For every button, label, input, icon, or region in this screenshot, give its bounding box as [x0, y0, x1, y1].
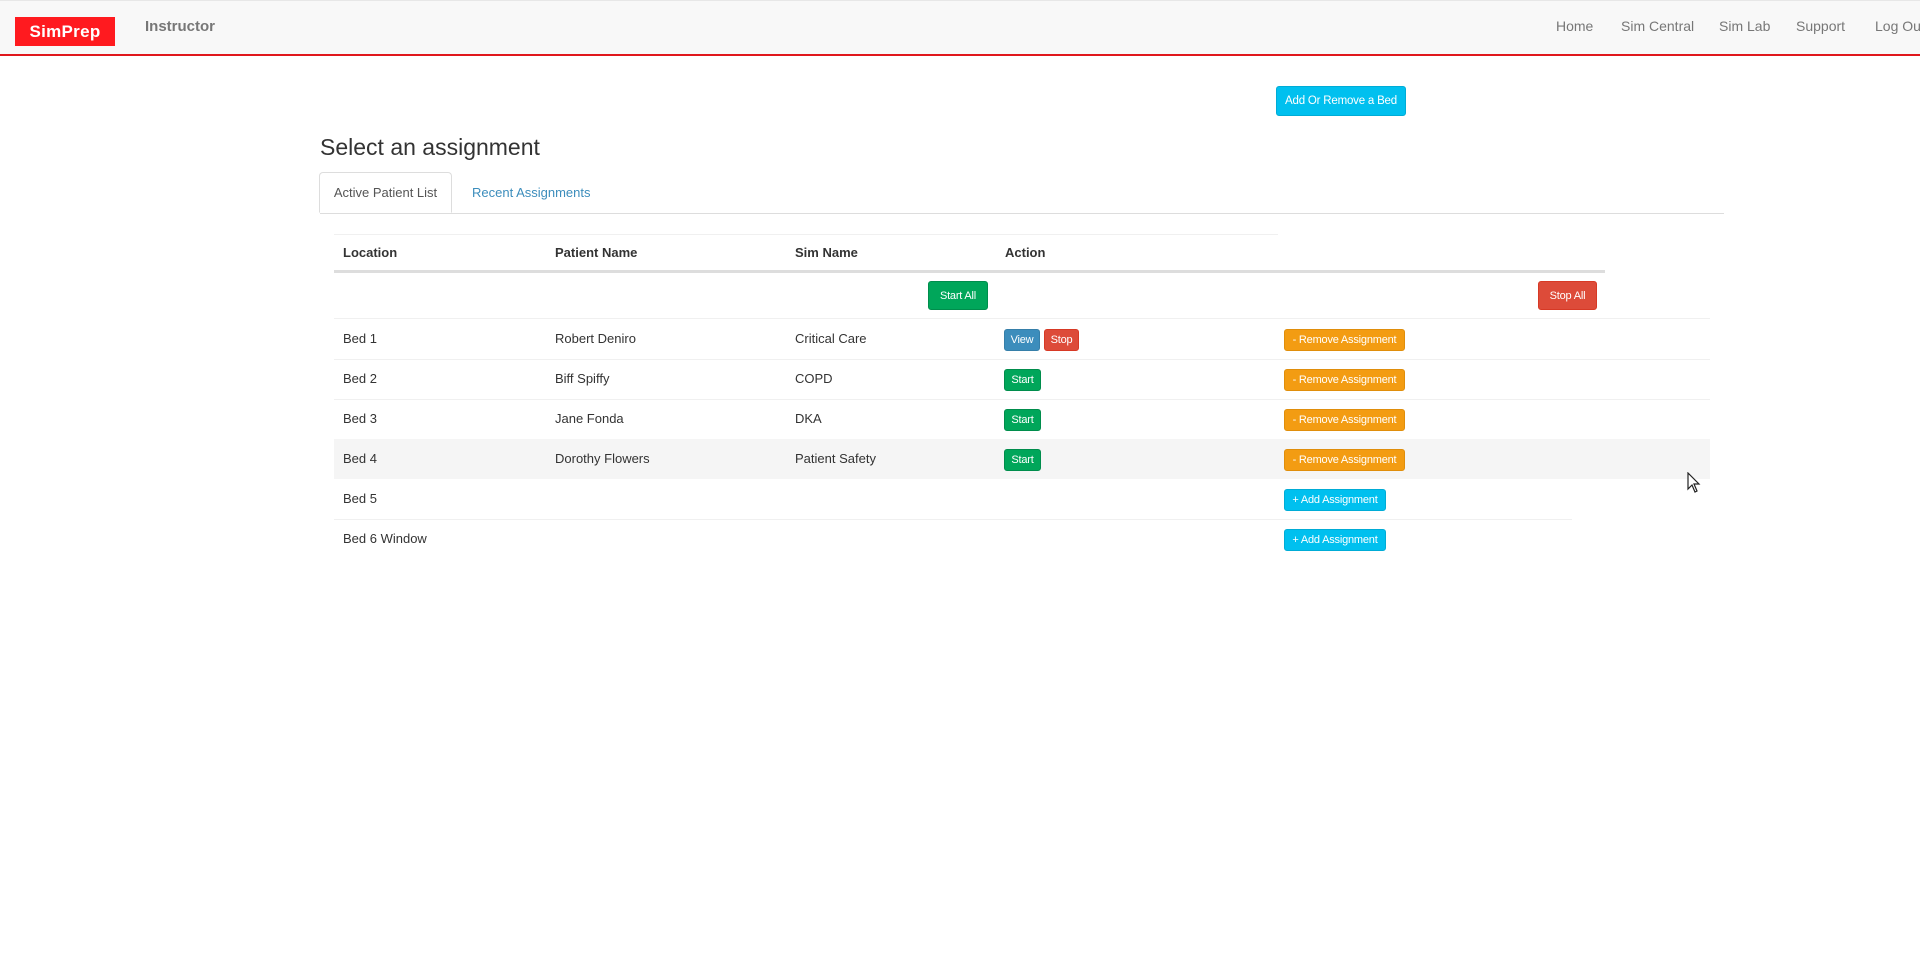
header-action: Action [1005, 245, 1046, 260]
row-divider [334, 359, 1710, 360]
stop-all-button[interactable]: Stop All [1538, 281, 1597, 310]
mouse-cursor-icon [1687, 472, 1701, 493]
row-divider [334, 399, 1710, 400]
cell-location: Bed 2 [343, 371, 377, 386]
header-bottom-border [334, 270, 1605, 273]
stop-button[interactable]: Stop [1044, 329, 1079, 351]
header-patient-name: Patient Name [555, 245, 638, 260]
cell-patient-name[interactable]: Robert Deniro [555, 331, 636, 346]
cell-sim-name: DKA [795, 411, 822, 426]
cell-location: Bed 4 [343, 451, 377, 466]
cell-patient-name[interactable]: Dorothy Flowers [555, 451, 650, 466]
add-remove-bed-button[interactable]: Add Or Remove a Bed [1276, 86, 1406, 116]
cell-patient-name[interactable]: Jane Fonda [555, 411, 624, 426]
start-button[interactable]: Start [1004, 449, 1041, 471]
header-sim-name: Sim Name [795, 245, 858, 260]
cell-location: Bed 3 [343, 411, 377, 426]
tab-active-patient-list[interactable]: Active Patient List [319, 172, 452, 213]
start-all-button[interactable]: Start All [928, 281, 988, 310]
cell-location: Bed 1 [343, 331, 377, 346]
tab-recent-assignments[interactable]: Recent Assignments [464, 172, 599, 213]
start-button[interactable]: Start [1004, 369, 1041, 391]
cell-sim-name: Patient Safety [795, 451, 876, 466]
cell-location: Bed 6 Window [343, 531, 427, 546]
start-button[interactable]: Start [1004, 409, 1041, 431]
page-title: Select an assignment [320, 134, 540, 160]
remove-assignment-button[interactable]: - Remove Assignment [1284, 449, 1405, 471]
tabs-divider [320, 213, 1724, 214]
nav-home[interactable]: Home [1556, 18, 1593, 34]
row-divider [334, 318, 1710, 319]
add-assignment-button[interactable]: + Add Assignment [1284, 529, 1386, 551]
simprep-logo[interactable]: SimPrep [15, 17, 115, 46]
row-divider [334, 519, 1572, 520]
role-label: Instructor [145, 18, 216, 35]
table-top-border [334, 234, 1278, 235]
cell-sim-name: Critical Care [795, 331, 867, 346]
remove-assignment-button[interactable]: - Remove Assignment [1284, 369, 1405, 391]
remove-assignment-button[interactable]: - Remove Assignment [1284, 409, 1405, 431]
cell-location: Bed 5 [343, 491, 377, 506]
cell-patient-name[interactable]: Biff Spiffy [555, 371, 609, 386]
view-button[interactable]: View [1004, 329, 1040, 351]
nav-support[interactable]: Support [1796, 18, 1845, 34]
remove-assignment-button[interactable]: - Remove Assignment [1284, 329, 1405, 351]
nav-sim-lab[interactable]: Sim Lab [1719, 18, 1770, 34]
header-location: Location [343, 245, 398, 260]
add-assignment-button[interactable]: + Add Assignment [1284, 489, 1386, 511]
nav-sim-central[interactable]: Sim Central [1621, 18, 1694, 34]
nav-log-out[interactable]: Log Out [1875, 18, 1920, 34]
cell-sim-name: COPD [795, 371, 833, 386]
top-navbar: SimPrep Instructor Home Sim Central Sim … [0, 0, 1920, 56]
